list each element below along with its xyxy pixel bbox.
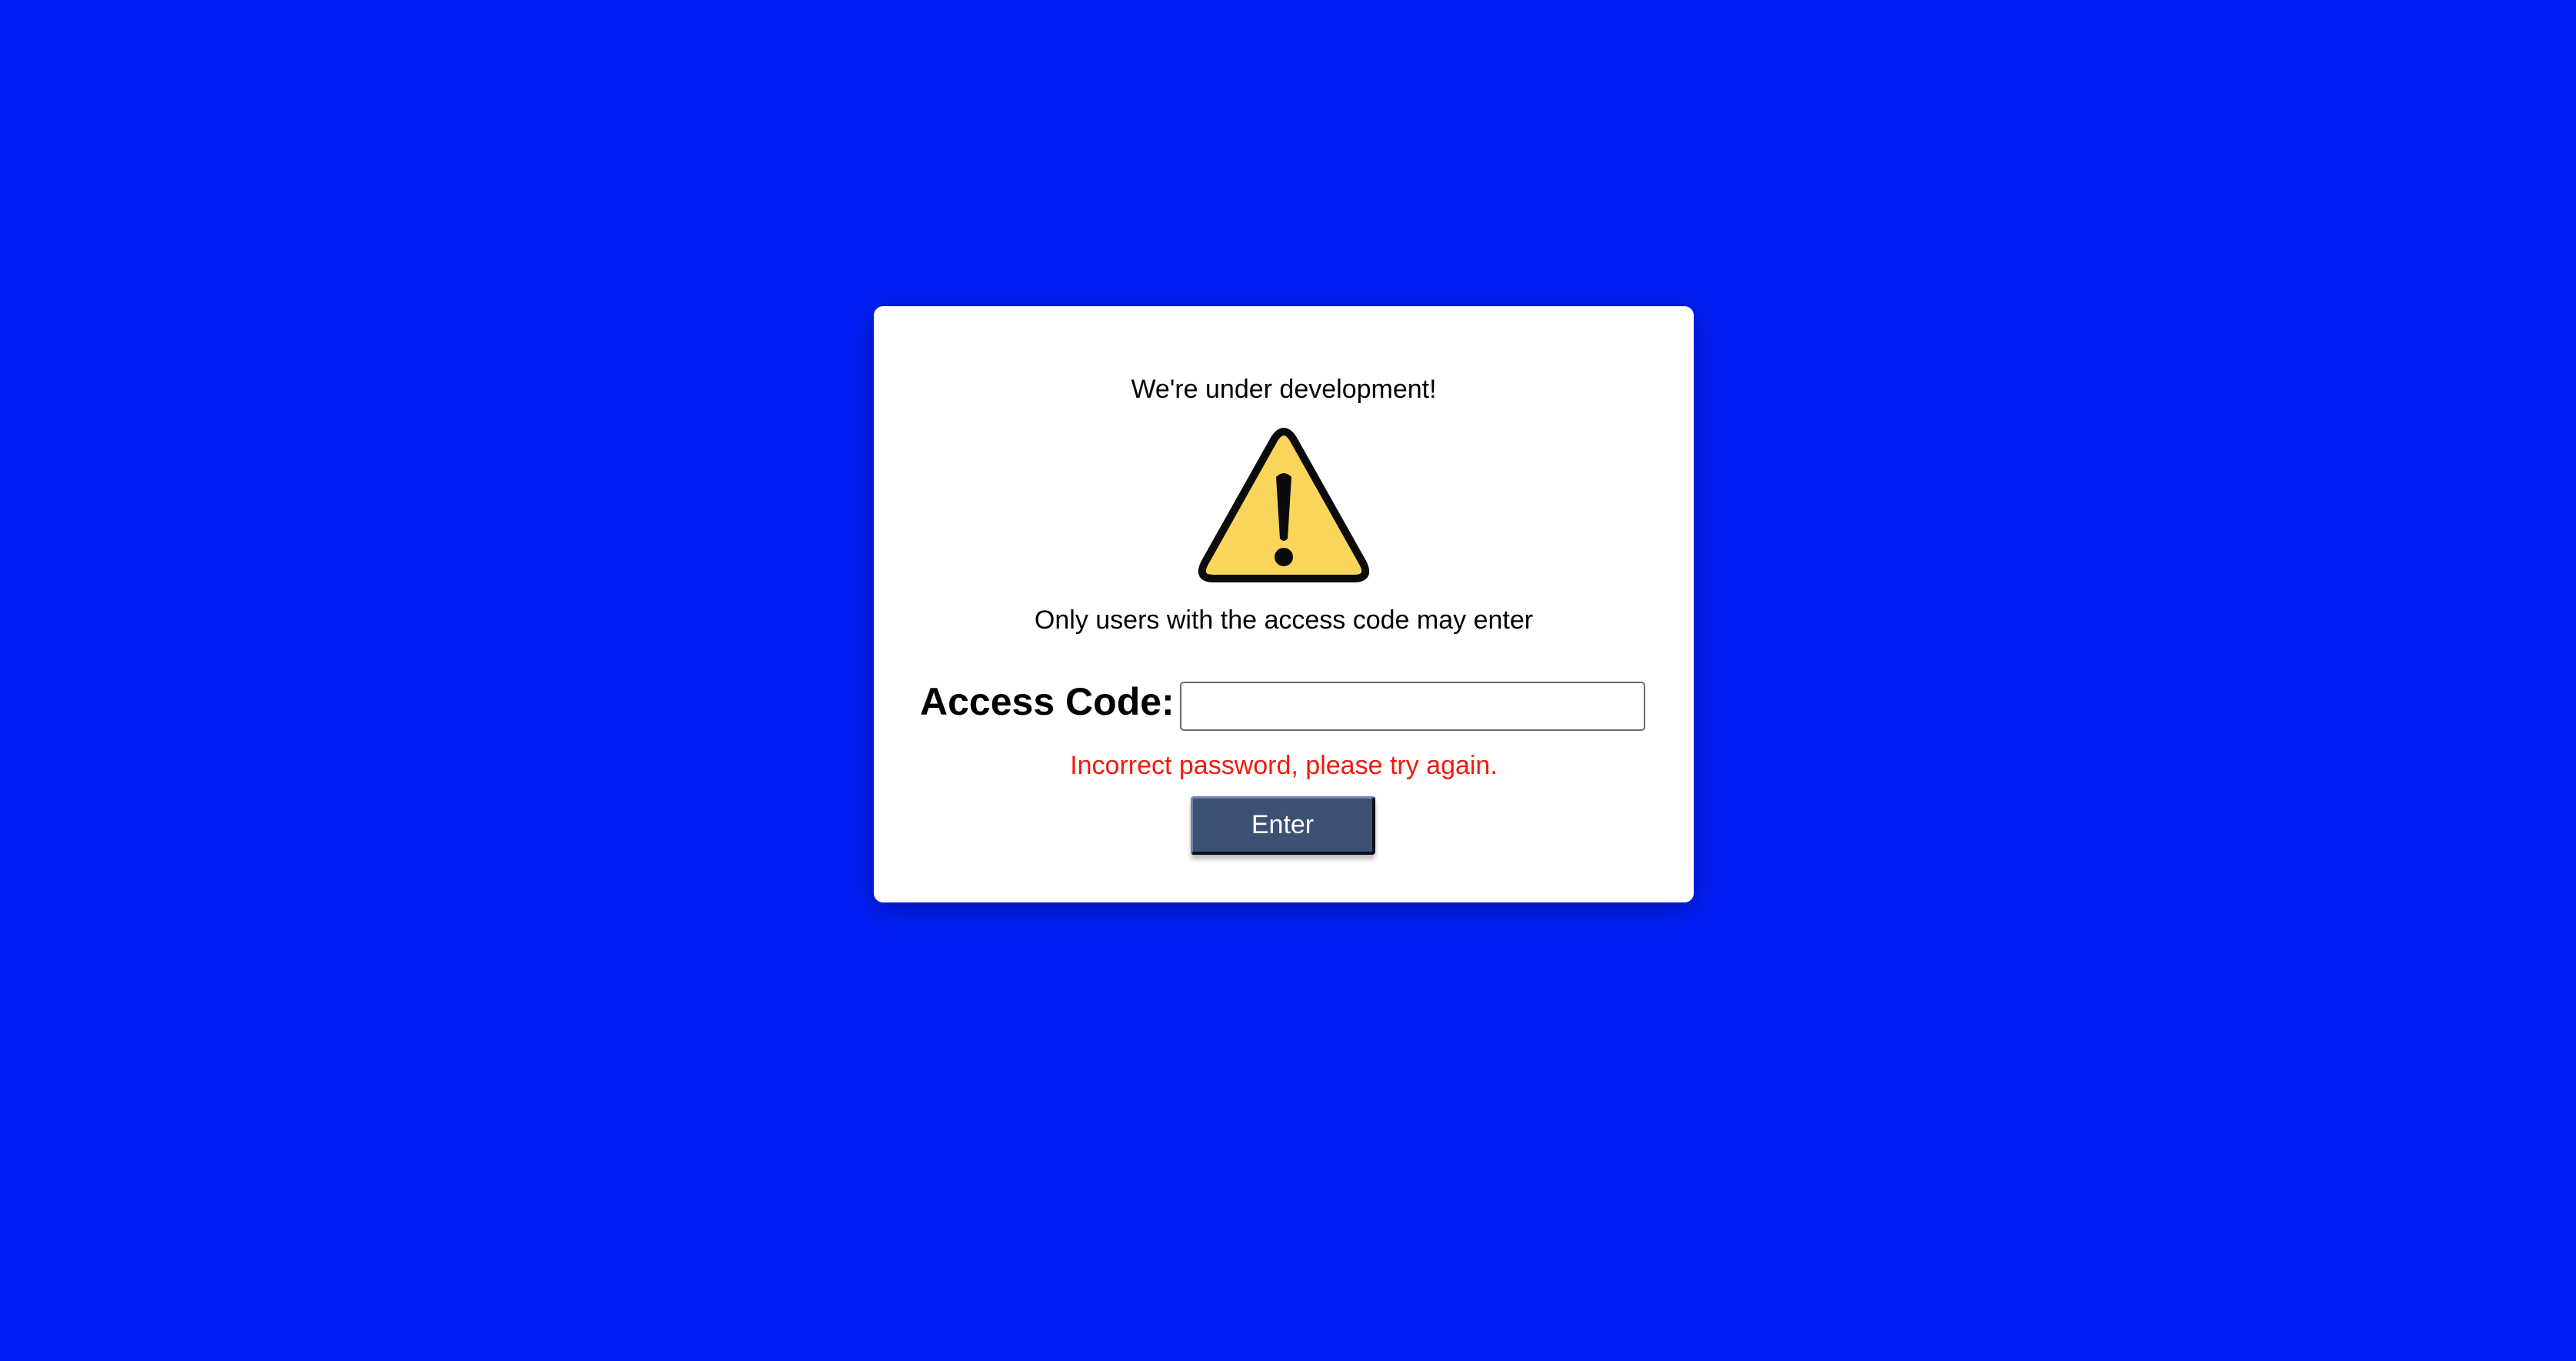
warning-triangle-icon: [1198, 428, 1369, 582]
access-code-input[interactable]: [1180, 682, 1645, 731]
error-message: Incorrect password, please try again.: [1070, 751, 1498, 780]
enter-button[interactable]: Enter: [1191, 796, 1375, 855]
access-requirement-text: Only users with the access code may ente…: [1034, 605, 1534, 635]
development-heading: We're under development!: [1131, 375, 1437, 404]
access-card: We're under development! Only users with…: [874, 306, 1694, 902]
access-code-label: Access Code:: [920, 680, 1175, 723]
